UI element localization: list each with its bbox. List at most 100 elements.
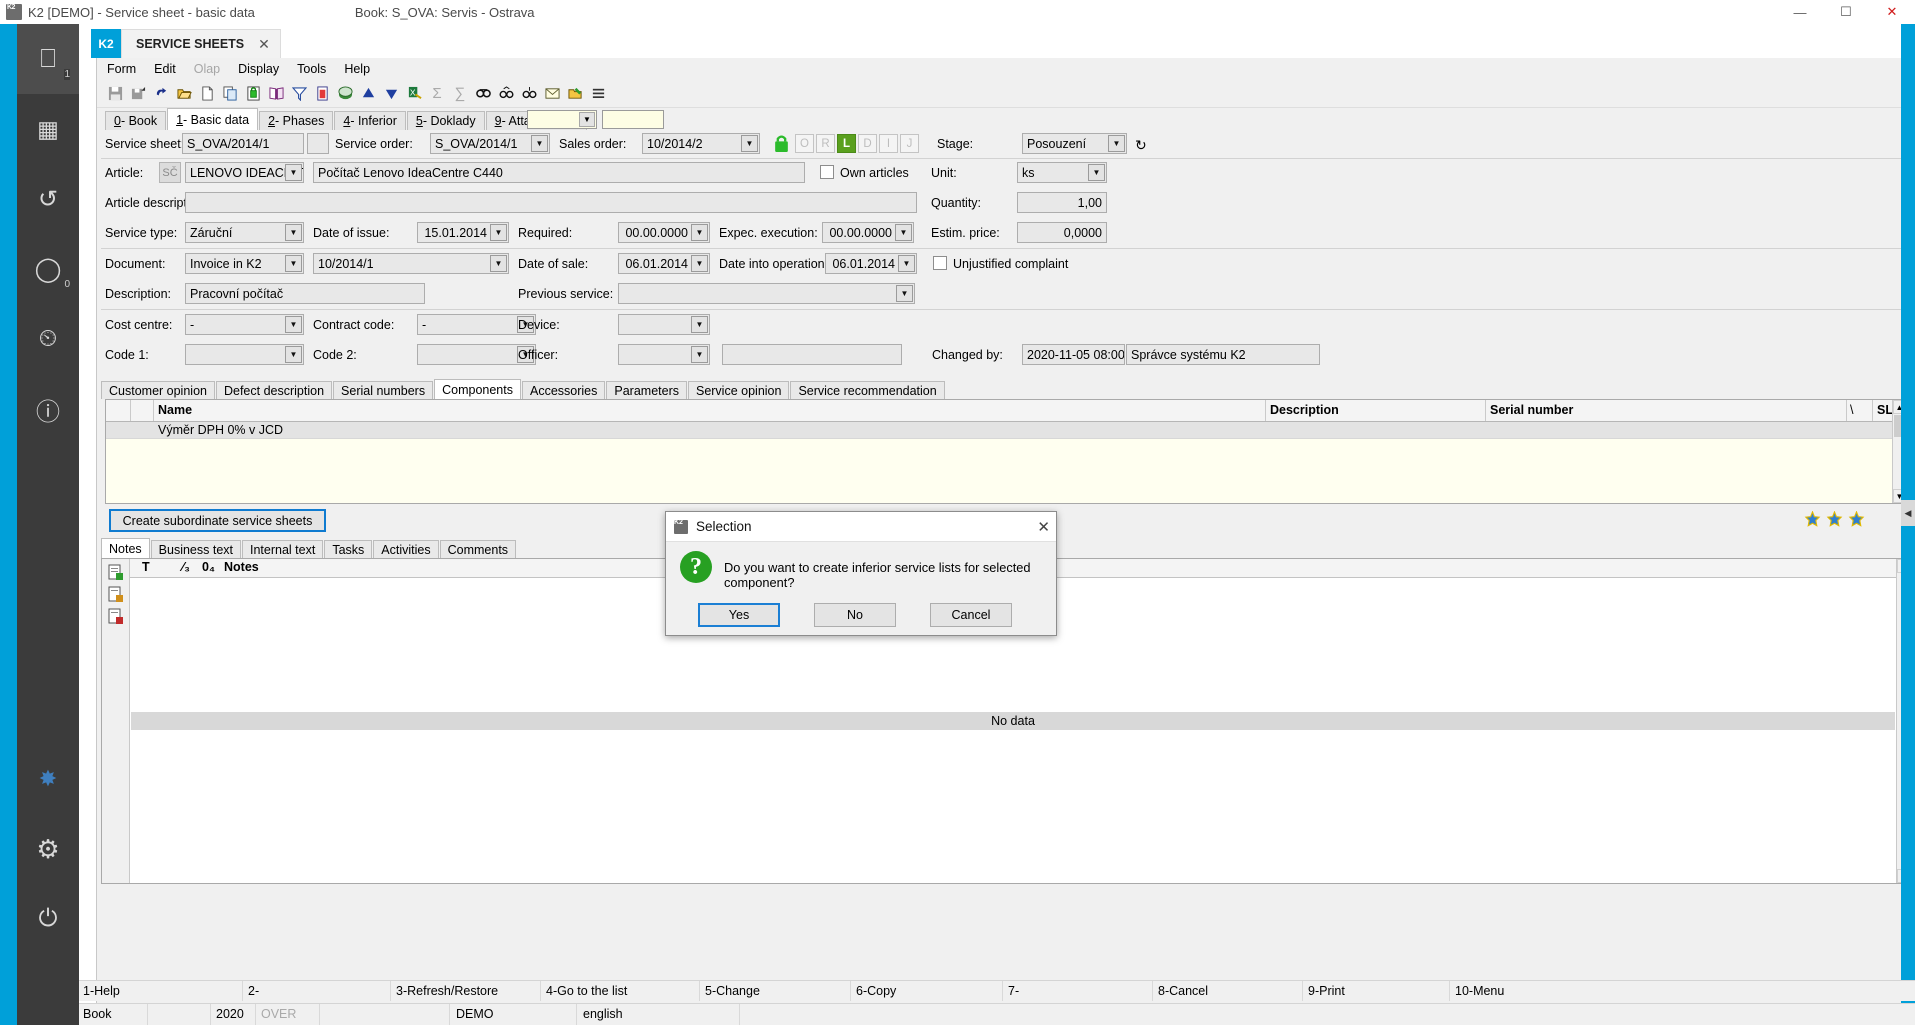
chevron-down-icon[interactable]: ▼: [691, 224, 708, 241]
date-of-issue-input[interactable]: 15.01.2014 ▼: [417, 222, 509, 243]
fkey-10-menu[interactable]: 10-Menu: [1455, 984, 1504, 998]
chevron-down-icon[interactable]: ▼: [285, 255, 302, 272]
unjustified-complaint-checkbox[interactable]: [933, 256, 947, 270]
print-icon[interactable]: [335, 84, 355, 104]
cancel-button[interactable]: Cancel: [930, 603, 1012, 627]
nav-item-chat[interactable]: ◯ 0: [17, 234, 79, 304]
document-type-select[interactable]: Invoice in K2 ▼: [185, 253, 304, 274]
create-subordinate-service-sheets-button[interactable]: Create subordinate service sheets: [109, 509, 326, 532]
page-tab-doklady[interactable]: 5 - Doklady: [406, 111, 485, 130]
history-icon[interactable]: ↻: [1135, 137, 1147, 154]
inner-tab-service-recommendation[interactable]: Service recommendation: [790, 381, 945, 399]
notes-tab-notes[interactable]: Notes: [101, 538, 150, 558]
inner-tab-customer-opinion[interactable]: Customer opinion: [101, 381, 215, 399]
tab-service-sheets[interactable]: SERVICE SHEETS ✕: [121, 29, 281, 58]
chevron-down-icon[interactable]: ▼: [285, 164, 302, 181]
chevron-down-icon[interactable]: ▼: [896, 285, 913, 302]
chevron-down-icon[interactable]: ▼: [285, 224, 302, 241]
nav-item-apps[interactable]: ▦: [17, 94, 79, 164]
flag-D[interactable]: D: [858, 134, 877, 153]
nav-item-monitor[interactable]: ⎕ 1: [17, 24, 79, 94]
table-row[interactable]: Výměr DPH 0% v JCD: [106, 422, 1906, 439]
star-delete-icon[interactable]: [1848, 510, 1865, 531]
export-excel-icon[interactable]: X: [404, 84, 424, 104]
book-icon[interactable]: [266, 84, 286, 104]
filter-clear-icon[interactable]: [312, 84, 332, 104]
tab-quick-select[interactable]: ▼: [527, 110, 597, 129]
date-into-operation-input[interactable]: 06.01.2014 ▼: [825, 253, 917, 274]
article-code-select[interactable]: LENOVO IDEACENT ▼: [185, 162, 304, 183]
notes-col-zero[interactable]: 0₄: [202, 560, 215, 574]
description-input[interactable]: Pracovní počítač: [185, 283, 425, 304]
fkey-1-help[interactable]: 1-Help: [83, 984, 120, 998]
chevron-down-icon[interactable]: ▼: [691, 316, 708, 333]
inner-tab-serial-numbers[interactable]: Serial numbers: [333, 381, 434, 399]
chevron-down-icon[interactable]: ▼: [285, 346, 302, 363]
chevron-down-icon[interactable]: ▼: [1088, 164, 1105, 181]
inner-tab-components[interactable]: Components: [434, 379, 521, 399]
k2-logo-tab[interactable]: K2: [91, 29, 121, 58]
col-description[interactable]: Description: [1270, 403, 1339, 417]
service-type-select[interactable]: Záruční ▼: [185, 222, 304, 243]
star-add-icon[interactable]: [1804, 510, 1821, 531]
menu-help[interactable]: Help: [344, 62, 370, 76]
col-backslash[interactable]: \: [1850, 403, 1853, 417]
save-as-icon[interactable]: [128, 84, 148, 104]
star-edit-icon[interactable]: [1826, 510, 1843, 531]
mail-icon[interactable]: [542, 84, 562, 104]
page-tab-basic-data[interactable]: 1 - Basic data: [167, 108, 259, 130]
save-icon[interactable]: [105, 84, 125, 104]
officer-select[interactable]: ▼: [618, 344, 710, 365]
previous-service-input[interactable]: ▼: [618, 283, 915, 304]
fkey-6-copy[interactable]: 6-Copy: [856, 984, 896, 998]
required-input[interactable]: 00.00.0000 ▼: [618, 222, 710, 243]
unit-select[interactable]: ks ▼: [1017, 162, 1107, 183]
copy-icon[interactable]: [220, 84, 240, 104]
col-name[interactable]: Name: [158, 403, 192, 417]
flag-I[interactable]: I: [879, 134, 898, 153]
inner-tab-service-opinion[interactable]: Service opinion: [687, 381, 790, 399]
close-button[interactable]: ✕: [1869, 0, 1915, 24]
fkey-4-go-to-the-list[interactable]: 4-Go to the list: [546, 984, 627, 998]
tab-quick-input[interactable]: [602, 110, 664, 129]
inner-tab-defect-description[interactable]: Defect description: [215, 381, 333, 399]
find-prev-icon[interactable]: [519, 84, 539, 104]
stage-select[interactable]: Posouzení ▼: [1022, 133, 1127, 154]
chevron-down-icon[interactable]: ▼: [895, 224, 912, 241]
nav-item-history[interactable]: ↺: [17, 164, 79, 234]
chevron-down-icon[interactable]: ▼: [490, 255, 507, 272]
close-icon[interactable]: ✕: [1037, 518, 1050, 536]
page-tab-book[interactable]: 0 - Book: [105, 111, 167, 130]
service-order-input[interactable]: S_OVA/2014/1 ▼: [430, 133, 550, 154]
fkey-2[interactable]: 2-: [248, 984, 259, 998]
code1-select[interactable]: ▼: [185, 344, 304, 365]
date-of-sale-input[interactable]: 06.01.2014 ▼: [618, 253, 710, 274]
chevron-down-icon[interactable]: ▼: [579, 112, 595, 127]
edit-document-icon[interactable]: [565, 84, 585, 104]
move-up-icon[interactable]: [358, 84, 378, 104]
find-next-icon[interactable]: [496, 84, 516, 104]
flag-L[interactable]: L: [837, 134, 856, 153]
no-button[interactable]: No: [814, 603, 896, 627]
note-delete-icon[interactable]: [108, 608, 124, 625]
chevron-down-icon[interactable]: ▼: [741, 135, 758, 152]
col-serial-number[interactable]: Serial number: [1490, 403, 1573, 417]
chevron-down-icon[interactable]: ▼: [1108, 135, 1125, 152]
lock-icon[interactable]: [243, 84, 263, 104]
expec-execution-input[interactable]: 00.00.0000 ▼: [822, 222, 914, 243]
menu-icon[interactable]: [588, 84, 608, 104]
menu-tools[interactable]: Tools: [297, 62, 326, 76]
notes-col-t[interactable]: T: [142, 560, 150, 574]
minimize-button[interactable]: —: [1777, 0, 1823, 24]
col-sl[interactable]: SL: [1877, 403, 1893, 417]
chevron-down-icon[interactable]: ▼: [490, 224, 507, 241]
document-number-select[interactable]: 10/2014/1 ▼: [313, 253, 509, 274]
article-description-input[interactable]: [185, 192, 917, 213]
fkey-9-print[interactable]: 9-Print: [1308, 984, 1345, 998]
notes-tab-activities[interactable]: Activities: [373, 540, 439, 558]
move-down-icon[interactable]: [381, 84, 401, 104]
nav-item-settings[interactable]: ⚙: [17, 814, 79, 884]
collapse-panel-arrow-icon[interactable]: ◀: [1901, 500, 1915, 526]
new-icon[interactable]: [197, 84, 217, 104]
article-name-input[interactable]: Počítač Lenovo IdeaCentre C440: [313, 162, 805, 183]
